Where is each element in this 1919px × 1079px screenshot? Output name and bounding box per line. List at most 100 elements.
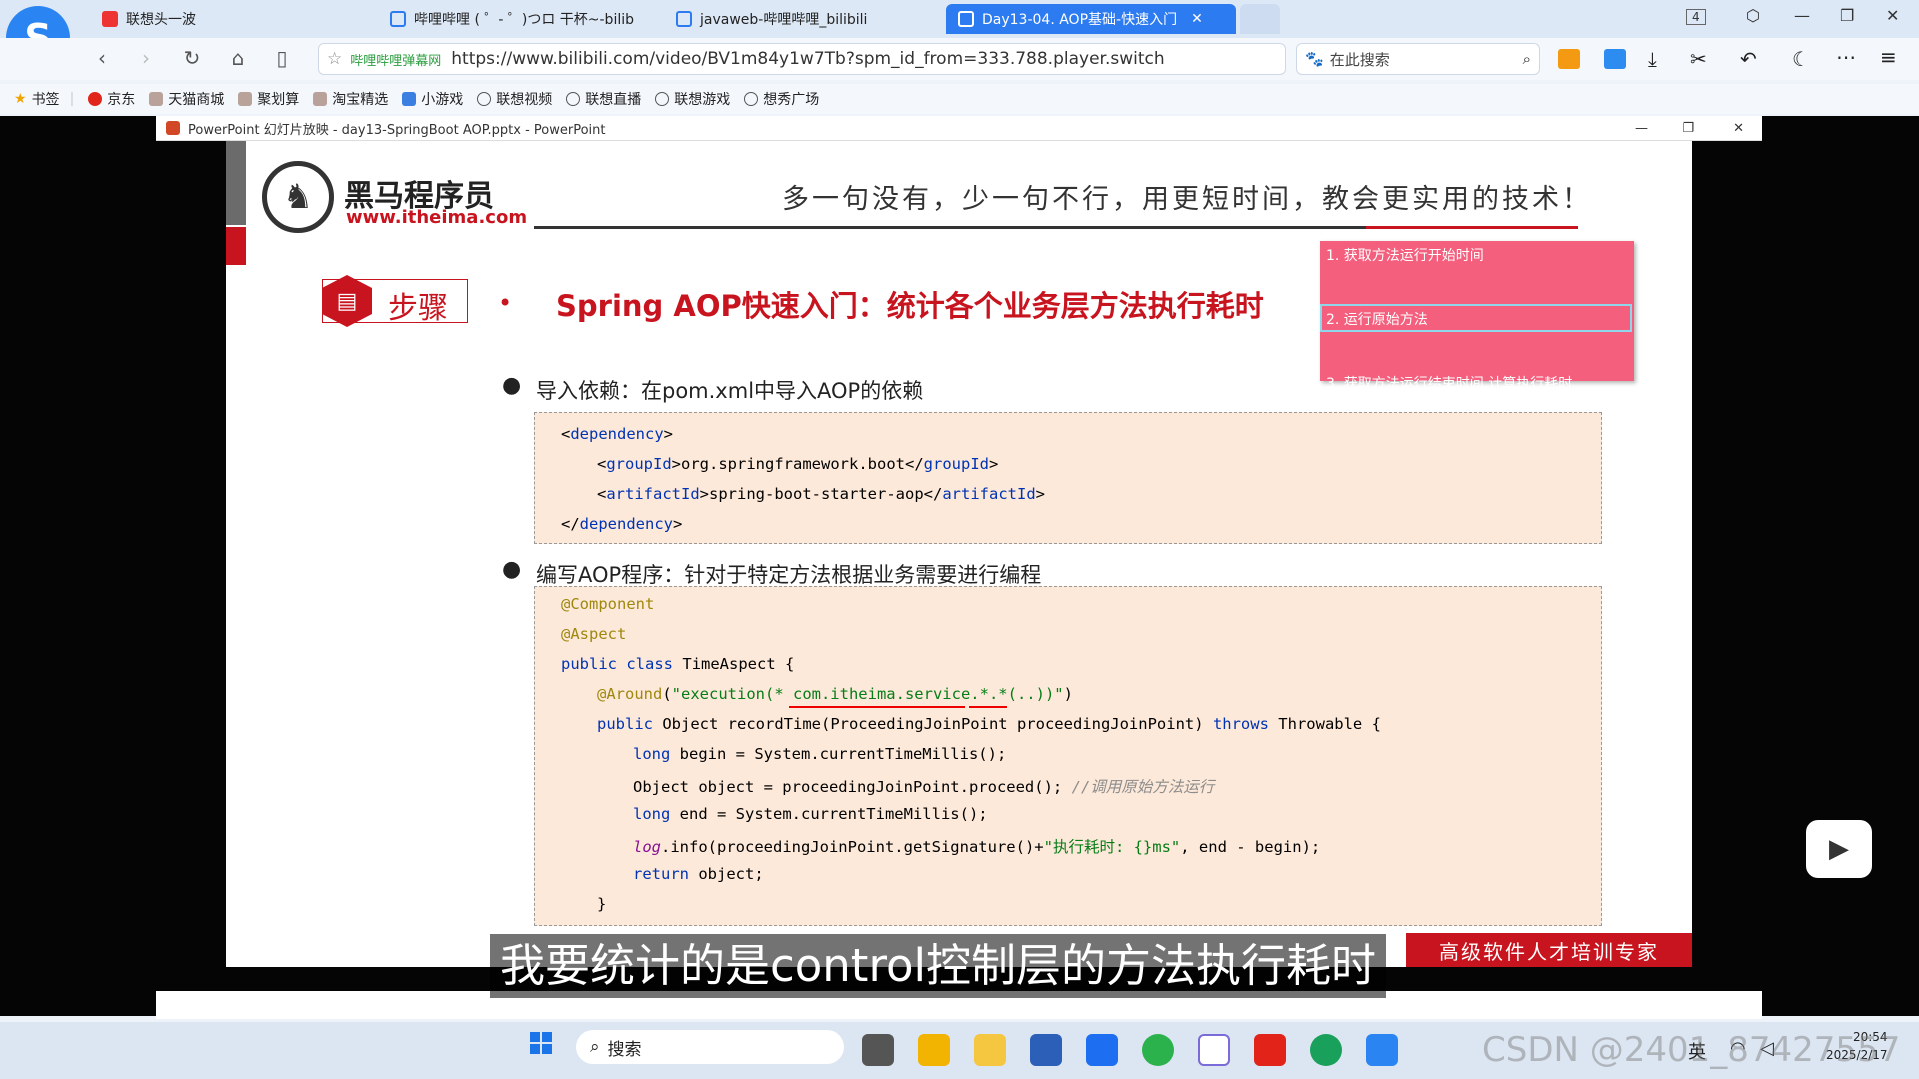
tab-label: javaweb-哔哩哔哩_bilibili (700, 12, 868, 28)
wps-icon[interactable] (1254, 1034, 1286, 1066)
bookmark-item[interactable]: 联想游戏 (655, 89, 730, 109)
tab-lenovo[interactable]: 联想头一波 (90, 4, 370, 34)
bookmark-item[interactable]: 联想视频 (477, 89, 552, 109)
code-text: , end - begin); (1180, 838, 1321, 856)
tab-label: 哔哩哔哩 ( ゜- ゜)つロ 干杯~-bilib (414, 12, 635, 28)
code-string: "执行耗时: {}ms" (1043, 838, 1181, 856)
restore-icon[interactable]: ❐ (1840, 6, 1854, 25)
juhuasuan-icon (238, 92, 253, 106)
code-field: log (633, 838, 661, 856)
globe-icon (477, 92, 492, 106)
lenovo-app-icon[interactable] (1086, 1034, 1118, 1066)
reader-icon[interactable]: ▯ (268, 46, 296, 70)
ppt-minimize-icon[interactable]: — (1635, 121, 1648, 136)
bookmark-label: 淘宝精选 (332, 92, 389, 108)
bookmark-item[interactable]: 聚划算 (238, 89, 299, 109)
shirt-skin-icon[interactable]: ⬡ (1746, 6, 1760, 25)
wechat-icon[interactable] (1142, 1034, 1174, 1066)
back-icon[interactable]: ‹ (88, 46, 116, 70)
header-rule-accent (1366, 226, 1578, 229)
xml-tag: groupId (606, 455, 672, 473)
star-icon[interactable]: ☆ (327, 49, 342, 69)
close-window-icon[interactable]: ✕ (1886, 6, 1899, 25)
slide-footer-banner: 高级软件人才培训专家 (1406, 933, 1692, 967)
search-placeholder: 在此搜索 (1329, 50, 1390, 69)
scissors-icon[interactable]: ✂ (1690, 47, 1707, 71)
bilibili-tab-icon (676, 11, 692, 27)
reload-icon[interactable]: ↻ (178, 46, 206, 70)
moon-icon[interactable]: ☾ (1792, 47, 1810, 71)
bookmark-item[interactable]: ★ 书签 (14, 89, 60, 109)
step-label: 步骤 (388, 291, 448, 326)
download-icon[interactable]: ⤓ (1648, 47, 1657, 71)
extension-send-icon[interactable] (1604, 49, 1626, 69)
code-text: Object object = proceedingJoinPoint.proc… (633, 778, 1063, 796)
windows-start-icon[interactable] (530, 1032, 552, 1054)
bookmark-item[interactable]: 联想直播 (566, 89, 641, 109)
tab-bar: 联想头一波 哔哩哔哩 ( ゜- ゜)つロ 干杯~-bilib javaweb-哔… (0, 0, 1919, 38)
code-text: end = System.currentTimeMillis(); (679, 805, 988, 823)
minimize-icon[interactable]: — (1794, 6, 1810, 25)
xml-tag: dependency (570, 425, 664, 443)
tab-javaweb[interactable]: javaweb-哔哩哔哩_bilibili (664, 4, 934, 34)
browser-taskbar-icon[interactable] (1366, 1034, 1398, 1066)
xml-tag: dependency (579, 515, 673, 533)
extension-orange-icon[interactable] (1558, 49, 1580, 69)
undo-icon[interactable]: ↶ (1740, 47, 1757, 71)
slide: ♞ 黑马程序员 www.itheima.com 多一句没有，少一句不行，用更短时… (226, 141, 1692, 967)
java-code-block: @Component @Aspect public class TimeAspe… (534, 586, 1602, 926)
url-text[interactable]: https://www.bilibili.com/video/BV1m84y1w… (451, 49, 1164, 69)
code-annotation: @Around (597, 685, 663, 703)
taskbar-search[interactable]: ⌕ 搜索 (576, 1030, 844, 1064)
step-item-2: 2. 运行原始方法 (1326, 312, 1428, 328)
bookmark-label: 天猫商城 (168, 92, 225, 108)
code-keyword: throws (1212, 715, 1269, 733)
more-icon[interactable]: ⋯ (1836, 45, 1856, 69)
star-icon: ★ (14, 91, 27, 107)
tab-active-video[interactable]: Day13-04. AOP基础-快速入门 ✕ (946, 4, 1236, 34)
bookmark-item[interactable]: 小游戏 (402, 89, 463, 109)
red-underline (789, 706, 965, 708)
search-icon[interactable]: ⌕ (1523, 50, 1531, 68)
tab-bilibili-home[interactable]: 哔哩哔哩 ( ゜- ゜)つロ 干杯~-bilib (378, 4, 648, 34)
globe-icon (566, 92, 581, 106)
code-annotation: @Component (561, 595, 655, 613)
site-label: 哔哩哔哩弹幕网 (350, 53, 442, 69)
xml-tag: artifactId (606, 485, 700, 503)
home-icon[interactable]: ⌂ (224, 46, 252, 70)
baidu-paw-icon[interactable]: 🐾 (1305, 50, 1324, 68)
bilibili-play-icon[interactable]: ▶ (1806, 820, 1872, 878)
code-keyword: public (561, 655, 617, 673)
bookmark-item[interactable]: 想秀广场 (744, 89, 819, 109)
xml-value: org.springframework.boot (681, 455, 905, 473)
bullet-dot: ● (502, 373, 522, 398)
bookmark-item[interactable]: 天猫商城 (149, 89, 224, 109)
bookmark-label: 联想视频 (496, 92, 553, 108)
store-icon[interactable] (1030, 1034, 1062, 1066)
ppt-close-icon[interactable]: ✕ (1733, 121, 1744, 136)
bookmark-item[interactable]: 淘宝精选 (313, 89, 388, 109)
ppt-restore-icon[interactable]: ❐ (1682, 121, 1694, 136)
bookmark-label: 联想游戏 (674, 92, 731, 108)
widgets-icon[interactable] (918, 1034, 950, 1066)
menu-icon[interactable]: ≡ (1880, 45, 1897, 69)
search-box[interactable]: 🐾 在此搜索 ⌕ (1296, 43, 1540, 75)
powerpoint-icon (166, 121, 180, 135)
taskbar-search-label: 搜索 (607, 1039, 642, 1060)
bilibili-tab-icon (958, 11, 974, 27)
bookmark-label: 聚划算 (257, 92, 300, 108)
code-comment: //调用原始方法运行 (1071, 778, 1215, 796)
app-icon[interactable] (1198, 1034, 1230, 1066)
bookmark-item[interactable]: 京东 (88, 89, 135, 109)
file-explorer-icon[interactable] (974, 1034, 1006, 1066)
task-view-icon[interactable] (862, 1034, 894, 1066)
new-tab-button[interactable] (1240, 4, 1280, 34)
edge-icon[interactable] (1310, 1034, 1342, 1066)
close-tab-icon[interactable]: ✕ (1191, 11, 1203, 27)
bullet-dot: ● (502, 557, 522, 582)
forward-icon[interactable]: › (132, 46, 160, 70)
address-bar[interactable]: ☆ 哔哩哔哩弹幕网 https://www.bilibili.com/video… (318, 43, 1286, 75)
tab-label: 联想头一波 (126, 12, 196, 28)
slide-accent-gray (226, 141, 246, 225)
tab-count-badge[interactable]: 4 (1686, 9, 1706, 25)
